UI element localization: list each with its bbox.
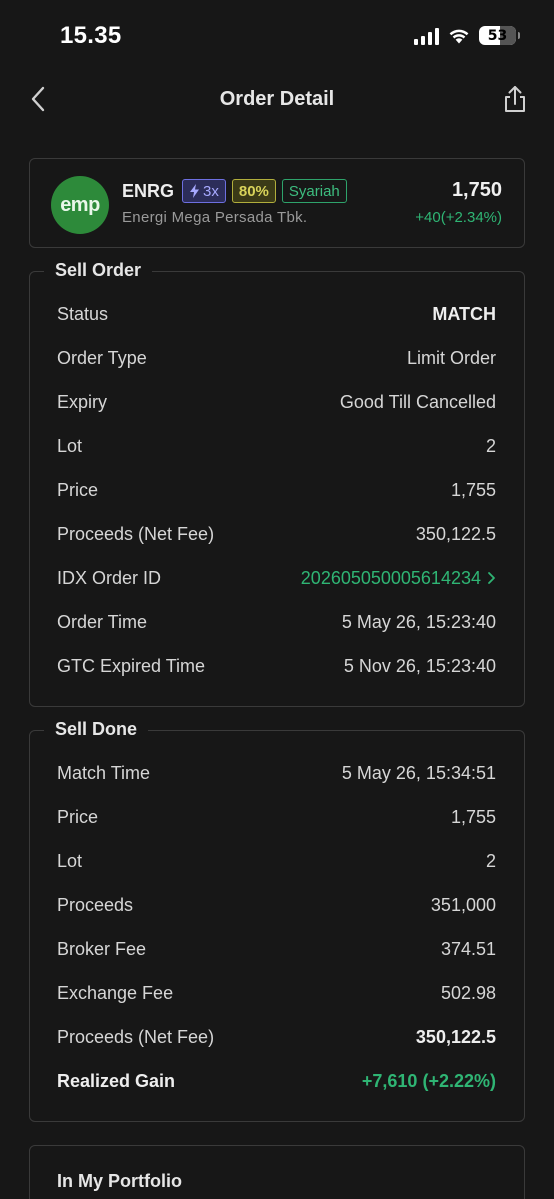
- row-label: Price: [57, 479, 99, 500]
- ticker-symbol: ENRG: [122, 180, 175, 201]
- share-button[interactable]: [500, 82, 530, 116]
- battery-icon: 53: [479, 26, 520, 45]
- detail-row-lot: Lot 2: [57, 849, 496, 873]
- company-logo: emp: [51, 176, 109, 234]
- detail-row-exchange-fee: Exchange Fee 502.98: [57, 981, 496, 1005]
- detail-row-order-time: Order Time 5 May 26, 15:23:40: [57, 610, 496, 634]
- row-label: Match Time: [57, 762, 151, 783]
- detail-row-gtc-expired-time: GTC Expired Time 5 Nov 26, 15:23:40: [57, 654, 496, 678]
- detail-row-price: Price 1,755: [57, 478, 496, 502]
- detail-row-proceeds-net-fee: Proceeds (Net Fee) 350,122.5: [57, 1025, 496, 1049]
- realized-gain-value: +7,610 (+2.22%): [361, 1070, 496, 1091]
- logo-text: emp: [60, 193, 100, 216]
- row-value: 2: [485, 435, 496, 456]
- detail-row-realized-gain: Realized Gain +7,610 (+2.22%): [57, 1069, 496, 1093]
- row-value: 1,755: [450, 806, 496, 827]
- portfolio-section[interactable]: In My Portfolio: [29, 1145, 525, 1199]
- detail-row-status: Status MATCH: [57, 302, 496, 326]
- row-label: Realized Gain: [57, 1070, 176, 1091]
- status-icons: 53: [414, 26, 520, 45]
- row-value: 350,122.5: [415, 1026, 496, 1047]
- margin-badge: 3x: [182, 179, 226, 203]
- status-time: 15.35: [60, 22, 122, 49]
- idx-order-id-value: 202605050005614234: [300, 567, 481, 588]
- chevron-right-icon: [488, 572, 495, 584]
- row-label: Proceeds (Net Fee): [57, 1026, 215, 1047]
- row-value: 2: [485, 850, 496, 871]
- page-title: Order Detail: [219, 88, 335, 110]
- detail-row-proceeds: Proceeds 351,000: [57, 893, 496, 917]
- row-label: GTC Expired Time: [57, 655, 206, 676]
- row-label: Price: [57, 806, 99, 827]
- share-icon: [505, 86, 525, 112]
- portfolio-title: In My Portfolio: [57, 1171, 182, 1191]
- syariah-badge: Syariah: [281, 179, 347, 203]
- sell-done-section: Sell Done Match Time 5 May 26, 15:34:51 …: [29, 719, 525, 1122]
- detail-row-idx-order-id: IDX Order ID 202605050005614234: [57, 566, 496, 590]
- sell-order-title: Sell Order: [44, 260, 153, 281]
- row-label: Lot: [57, 850, 83, 871]
- row-value: 5 Nov 26, 15:23:40: [343, 655, 496, 676]
- battery-level: 53: [487, 27, 508, 44]
- detail-row-price: Price 1,755: [57, 805, 496, 829]
- row-value: 374.51: [440, 938, 496, 959]
- status-value: MATCH: [432, 303, 496, 324]
- row-label: Expiry: [57, 391, 108, 412]
- detail-row-broker-fee: Broker Fee 374.51: [57, 937, 496, 961]
- price-change: +40(+2.34%): [415, 209, 502, 226]
- row-label: Proceeds (Net Fee): [57, 523, 215, 544]
- row-value: 350,122.5: [415, 523, 496, 544]
- row-value: 5 May 26, 15:34:51: [341, 762, 496, 783]
- status-bar: 15.35 53: [0, 0, 554, 70]
- sell-order-section: Sell Order Status MATCH Order Type Limit…: [29, 260, 525, 707]
- last-price: 1,750: [451, 179, 502, 201]
- row-label: Lot: [57, 435, 83, 456]
- row-value: 502.98: [440, 982, 496, 1003]
- detail-row-proceeds-net-fee: Proceeds (Net Fee) 350,122.5: [57, 522, 496, 546]
- company-name: Energi Mega Persada Tbk.: [122, 209, 308, 226]
- row-label: IDX Order ID: [57, 567, 162, 588]
- margin-badge-label: 3x: [203, 182, 219, 200]
- row-label: Status: [57, 303, 109, 324]
- row-value: 351,000: [430, 894, 496, 915]
- detail-row-match-time: Match Time 5 May 26, 15:34:51: [57, 761, 496, 785]
- percent-badge: 80%: [231, 179, 276, 203]
- row-value: 1,755: [450, 479, 496, 500]
- detail-row-lot: Lot 2: [57, 434, 496, 458]
- row-value: 5 May 26, 15:23:40: [341, 611, 496, 632]
- wifi-icon: [449, 29, 469, 44]
- row-label: Exchange Fee: [57, 982, 174, 1003]
- lightning-icon: [190, 184, 200, 198]
- idx-order-id-link[interactable]: 202605050005614234: [301, 568, 496, 589]
- stock-card[interactable]: emp ENRG 3x 80% Syariah Energi Mega Pers…: [29, 158, 525, 248]
- row-value: Limit Order: [406, 347, 496, 368]
- row-label: Proceeds: [57, 894, 134, 915]
- row-label: Order Type: [57, 347, 147, 368]
- row-value: Good Till Cancelled: [339, 391, 496, 412]
- row-label: Order Time: [57, 611, 148, 632]
- sell-done-title: Sell Done: [44, 719, 149, 740]
- header: Order Detail: [0, 70, 554, 130]
- detail-row-expiry: Expiry Good Till Cancelled: [57, 390, 496, 414]
- detail-row-order-type: Order Type Limit Order: [57, 346, 496, 370]
- ticker-row: ENRG 3x 80% Syariah: [122, 179, 347, 203]
- row-label: Broker Fee: [57, 938, 147, 959]
- cellular-signal-icon: [414, 27, 439, 45]
